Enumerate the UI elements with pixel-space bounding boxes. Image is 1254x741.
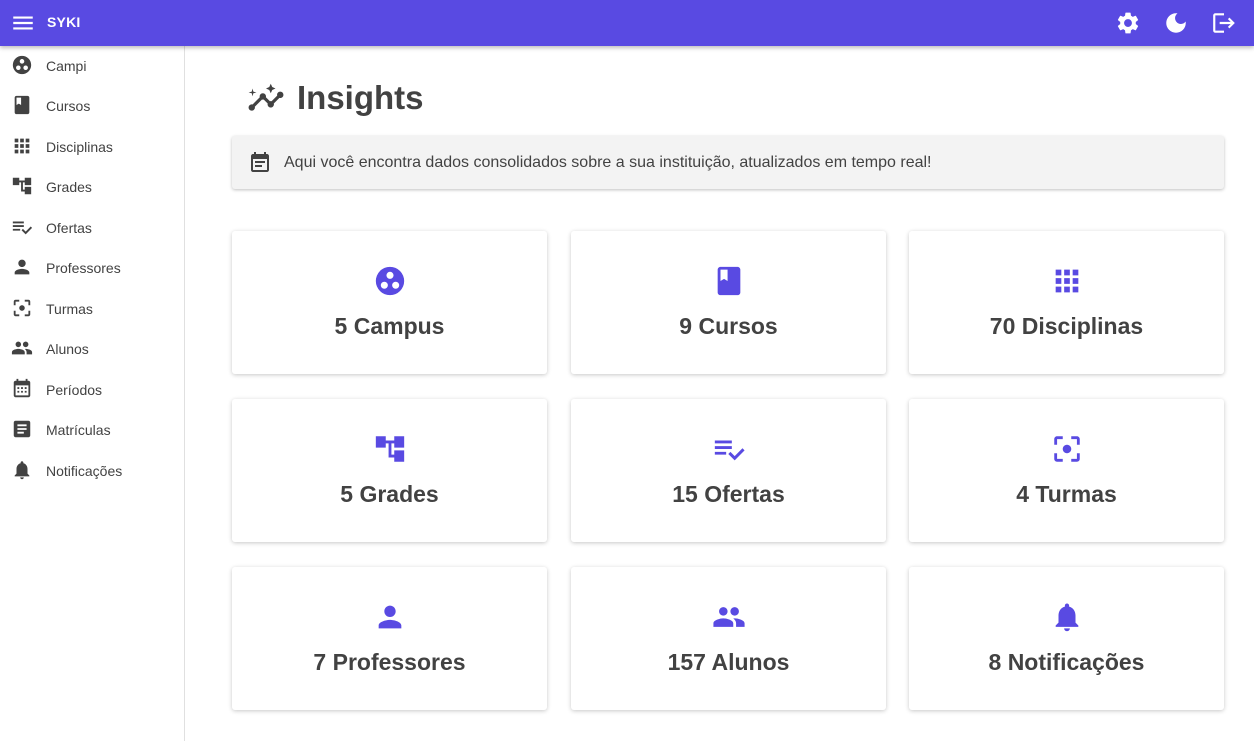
stat-card-alunos[interactable]: 157 Alunos — [571, 567, 886, 710]
bell-icon — [11, 459, 33, 481]
stat-card-grades[interactable]: 5 Grades — [232, 399, 547, 542]
stat-card-label: 4 Turmas — [1016, 481, 1117, 507]
sidebar-item-label: Matrículas — [46, 422, 111, 438]
stat-card-notificacoes[interactable]: 8 Notificações — [909, 567, 1224, 710]
sidebar-item-cursos[interactable]: Cursos — [0, 86, 184, 126]
sidebar-item-label: Alunos — [46, 341, 89, 357]
book-icon — [11, 94, 33, 116]
people-icon — [11, 337, 33, 359]
stat-card-cursos[interactable]: 9 Cursos — [571, 231, 886, 374]
stat-card-label: 5 Campus — [334, 313, 445, 339]
sidebar-item-matriculas[interactable]: Matrículas — [0, 410, 184, 450]
sidebar-item-grades[interactable]: Grades — [0, 167, 184, 207]
calendar-icon — [11, 378, 33, 400]
dark-mode-button[interactable] — [1163, 10, 1189, 36]
sidebar-item-label: Períodos — [46, 382, 103, 398]
people-icon — [712, 600, 746, 634]
sidebar-item-label: Turmas — [46, 301, 93, 317]
sidebar-item-disciplinas[interactable]: Disciplinas — [0, 127, 184, 167]
book-icon — [712, 264, 746, 298]
stat-card-label: 8 Notificações — [988, 649, 1145, 675]
stat-card-label: 157 Alunos — [667, 649, 790, 675]
dark-mode-icon — [1166, 13, 1186, 33]
stat-card-label: 70 Disciplinas — [989, 313, 1144, 339]
main-content: Insights Aqui você encontra dados consol… — [186, 46, 1254, 741]
stat-card-label: 15 Ofertas — [672, 481, 785, 507]
info-banner-text: Aqui você encontra dados consolidados so… — [284, 154, 932, 171]
sidebar-item-ofertas[interactable]: Ofertas — [0, 208, 184, 248]
stat-card-label: 9 Cursos — [679, 313, 778, 339]
stat-card-turmas[interactable]: 4 Turmas — [909, 399, 1224, 542]
menu-icon — [13, 16, 33, 30]
stat-card-campus[interactable]: 5 Campus — [232, 231, 547, 374]
account-tree-icon — [373, 432, 407, 466]
sidebar-item-label: Ofertas — [46, 220, 92, 236]
stat-card-disciplinas[interactable]: 70 Disciplinas — [909, 231, 1224, 374]
settings-icon — [1117, 12, 1139, 34]
campus-icon — [373, 264, 407, 298]
article-icon — [11, 418, 33, 440]
bell-icon — [1050, 600, 1084, 634]
app-bar: SYKI — [0, 0, 1254, 46]
person-icon — [11, 256, 33, 278]
settings-button[interactable] — [1115, 10, 1141, 36]
apps-grid-icon — [11, 135, 33, 157]
center-focus-icon — [11, 297, 33, 319]
center-focus-icon — [1050, 432, 1084, 466]
info-banner: Aqui você encontra dados consolidados so… — [232, 136, 1224, 189]
playlist-check-icon — [712, 432, 746, 466]
sidebar-item-label: Cursos — [46, 98, 91, 114]
page-title: Insights — [297, 79, 424, 116]
sidebar-item-label: Disciplinas — [46, 139, 113, 155]
event-note-icon — [248, 151, 272, 175]
stat-card-professores[interactable]: 7 Professores — [232, 567, 547, 710]
campus-icon — [11, 54, 33, 76]
sidebar-item-label: Campi — [46, 58, 87, 74]
menu-button[interactable] — [10, 10, 36, 36]
sidebar-item-notificacoes[interactable]: Notificações — [0, 451, 184, 491]
sidebar-item-periodos[interactable]: Períodos — [0, 370, 184, 410]
sidebar-item-label: Notificações — [46, 463, 123, 479]
stat-card-ofertas[interactable]: 15 Ofertas — [571, 399, 886, 542]
apps-grid-icon — [1050, 264, 1084, 298]
logout-button[interactable] — [1211, 10, 1237, 36]
person-icon — [373, 600, 407, 634]
insights-icon — [247, 79, 285, 117]
sidebar-item-turmas[interactable]: Turmas — [0, 289, 184, 329]
sidebar-item-label: Grades — [46, 179, 92, 195]
sidebar-item-professores[interactable]: Professores — [0, 248, 184, 288]
sidebar-item-alunos[interactable]: Alunos — [0, 329, 184, 369]
sidebar: Campi Cursos Disciplinas Grades Ofertas … — [0, 46, 185, 741]
logout-icon — [1213, 13, 1235, 33]
sidebar-item-label: Professores — [46, 260, 121, 276]
stat-card-label: 5 Grades — [340, 481, 439, 507]
sidebar-item-campi[interactable]: Campi — [0, 46, 184, 86]
app-brand: SYKI — [47, 14, 81, 30]
account-tree-icon — [11, 175, 33, 197]
stat-card-label: 7 Professores — [313, 649, 466, 675]
playlist-check-icon — [11, 216, 33, 238]
